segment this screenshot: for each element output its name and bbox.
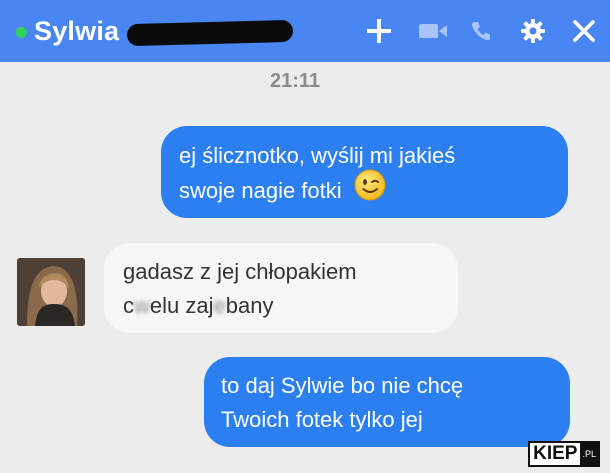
message-timestamp: 21:11 bbox=[269, 70, 321, 92]
message-line: cwelu zajebany bbox=[123, 289, 458, 323]
text-part: elu zaj bbox=[149, 293, 214, 318]
video-icon[interactable] bbox=[418, 21, 448, 41]
close-icon[interactable] bbox=[572, 19, 596, 43]
message-line: swoje nagie fotki bbox=[179, 177, 342, 203]
outgoing-message[interactable]: ej ślicznotko, wyślij mi jakieś swoje na… bbox=[161, 126, 568, 218]
message-line: to daj Sylwie bo nie chcę bbox=[221, 373, 464, 398]
text-part: bany bbox=[225, 293, 274, 318]
text-part: c bbox=[123, 293, 134, 318]
redacted-surname bbox=[126, 19, 294, 47]
wink-emoji-icon bbox=[354, 169, 386, 211]
phone-icon[interactable] bbox=[470, 20, 492, 42]
message-line: Twoich fotek tylko jej bbox=[221, 407, 423, 432]
contact-avatar[interactable] bbox=[17, 258, 85, 326]
censored-letter: w bbox=[134, 293, 150, 318]
watermark-suffix: .PL bbox=[580, 443, 598, 465]
online-status-dot bbox=[16, 26, 27, 38]
contact-name[interactable]: Sylwia bbox=[34, 16, 119, 47]
add-icon[interactable] bbox=[366, 18, 392, 44]
watermark-main: KIEP bbox=[533, 443, 578, 464]
message-line: gadasz z jej chłopakiem bbox=[123, 259, 357, 284]
message-line: ej ślicznotko, wyślij mi jakieś bbox=[179, 143, 456, 168]
outgoing-message[interactable]: to daj Sylwie bo nie chcę Twoich fotek t… bbox=[204, 357, 570, 447]
chat-header: Sylwia bbox=[0, 0, 610, 62]
gear-icon[interactable] bbox=[520, 18, 546, 44]
header-actions bbox=[366, 0, 596, 62]
censored-letter: e bbox=[213, 293, 226, 318]
incoming-message[interactable]: gadasz z jej chłopakiem cwelu zajebany bbox=[104, 243, 458, 333]
site-watermark-logo: KIEP .PL bbox=[528, 441, 600, 467]
